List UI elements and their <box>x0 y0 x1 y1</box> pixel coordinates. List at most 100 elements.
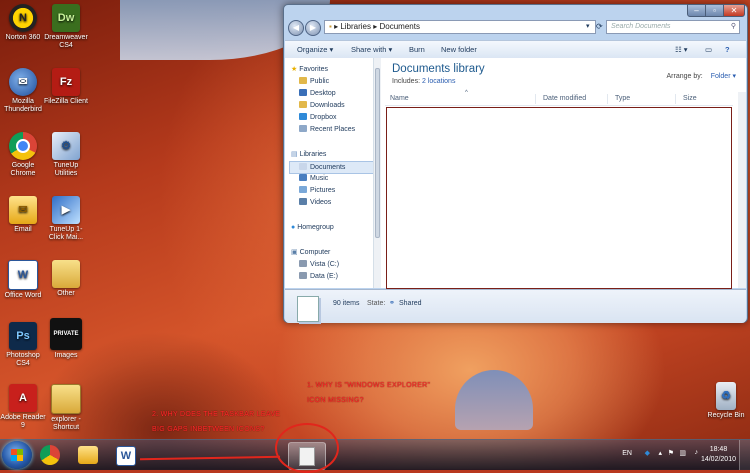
search-input[interactable]: Search Documents ⚲ <box>606 20 740 34</box>
drive-icon <box>299 272 307 279</box>
command-bar: Organize ▾ Share with ▾ Burn New folder … <box>285 40 746 59</box>
tuneup-1click-icon: ▶ <box>52 196 80 224</box>
start-button[interactable] <box>2 441 32 469</box>
column-headers: Name ^ Date modified Type Size <box>385 90 733 106</box>
search-icon: ⚲ <box>730 23 736 30</box>
nav-scrollbar[interactable] <box>373 58 381 288</box>
dropbox-tray-icon[interactable]: ◆ <box>645 449 650 457</box>
minimize-button[interactable]: – <box>687 4 706 17</box>
nav-item-downloads[interactable]: Downloads <box>299 100 345 111</box>
nav-item-desktop[interactable]: Desktop <box>299 88 336 99</box>
desktop-icon-adobe-reader[interactable]: A Adobe Reader 9 <box>0 384 46 430</box>
nav-item-dropbox[interactable]: Dropbox <box>299 112 336 123</box>
nav-item-data-e[interactable]: Data (E:) <box>299 271 338 282</box>
arrange-by: Arrange by: Folder ▾ <box>666 73 737 80</box>
star-icon: ★ <box>291 66 298 73</box>
desktop-icon-chrome[interactable]: Google Chrome <box>0 132 46 178</box>
clock-date: 14/02/2010 <box>700 456 736 463</box>
taskbar-chrome-icon[interactable] <box>40 445 60 465</box>
desktop-icon-tuneup[interactable]: ⚙ TuneUp Utilities <box>43 132 89 178</box>
annotation-2: 2. WHY DOES THE TASKBAR LEAVE BIG GAPS I… <box>152 411 281 433</box>
nav-homegroup[interactable]: ● Homegroup <box>291 222 334 233</box>
column-size[interactable]: Size <box>683 95 697 102</box>
desktop-icon-photoshop[interactable]: Ps Photoshop CS4 <box>0 322 46 368</box>
word-icon: W <box>8 260 38 290</box>
network-icon[interactable]: ▥ <box>679 449 686 457</box>
nav-item-public[interactable]: Public <box>299 76 329 87</box>
refresh-icon[interactable]: ⟳ <box>596 22 603 31</box>
nav-favorites[interactable]: ★ Favorites <box>291 64 328 75</box>
desktop-icon-norton[interactable]: N Norton 360 <box>0 4 46 42</box>
homegroup-icon: ● <box>291 224 296 231</box>
nav-computer[interactable]: ▣ Computer <box>291 247 330 258</box>
folder-icon <box>52 260 80 288</box>
organize-button[interactable]: Organize ▾ <box>297 45 333 54</box>
desktop-icon-explorer-shortcut[interactable]: explorer - Shortcut <box>43 384 89 432</box>
norton-icon: N <box>9 4 37 32</box>
address-bar[interactable]: ▪ ▸ Libraries ▸ Documents <box>324 20 596 34</box>
libraries-icon: ▤ <box>291 151 298 158</box>
filezilla-icon: Fz <box>52 68 80 96</box>
tray-overflow-icon[interactable]: ▴ <box>658 449 662 457</box>
column-type[interactable]: Type <box>615 95 630 102</box>
navigation-pane: ★ Favorites Public Desktop Downloads Dro… <box>285 58 378 288</box>
taskbar: W EN ◆ ▴ ⚑ ▥ ♪ 18:48 14/02/2010 <box>0 439 750 470</box>
nav-scroll-thumb[interactable] <box>375 68 380 238</box>
dropdown-chevron-icon[interactable]: ▾ <box>586 22 590 30</box>
explorer-window[interactable]: – ▫ ✕ ◀ ▶ ▪ ▸ Libraries ▸ Documents ▾ ⟳ … <box>283 4 748 323</box>
breadcrumb-documents[interactable]: Documents <box>380 22 420 31</box>
desktop-icon-images[interactable]: PRIVATE Images <box>43 318 89 360</box>
computer-icon: ▣ <box>291 249 298 256</box>
volume-icon[interactable]: ♪ <box>695 449 699 456</box>
state-value: Shared <box>399 300 422 307</box>
show-desktop-button[interactable] <box>739 440 750 470</box>
burn-button[interactable]: Burn <box>409 45 425 54</box>
nav-item-recent-places[interactable]: Recent Places <box>299 124 355 135</box>
file-list[interactable] <box>386 107 732 289</box>
annotation-1: 1. WHY IS "WINDOWS EXPLORER" ICON MISSIN… <box>307 382 431 404</box>
nav-item-videos[interactable]: Videos <box>299 197 331 208</box>
clock-time: 18:48 <box>709 446 728 453</box>
back-button[interactable]: ◀ <box>288 20 304 36</box>
action-center-icon[interactable]: ⚑ <box>668 449 674 457</box>
sort-arrow-icon: ^ <box>465 90 468 96</box>
breadcrumb-libraries[interactable]: Libraries <box>340 22 371 31</box>
dreamweaver-icon: Dw <box>52 4 80 32</box>
nav-item-vista-c[interactable]: Vista (C:) <box>299 259 339 270</box>
column-name[interactable]: Name <box>390 95 409 102</box>
forward-button[interactable]: ▶ <box>305 20 321 36</box>
desktop-icon-tuneup-1click[interactable]: ▶ TuneUp 1-Click Mai... <box>43 196 89 242</box>
file-list-scrollbar[interactable] <box>738 92 746 288</box>
taskbar-word-icon[interactable]: W <box>116 446 136 466</box>
desktop-icon-email[interactable]: ✉ Email <box>0 196 46 234</box>
desktop-icon <box>299 89 307 96</box>
locations-link[interactable]: 2 locations <box>422 78 455 85</box>
folder-icon <box>299 77 307 84</box>
music-icon <box>299 174 307 181</box>
desktop-icon-other[interactable]: Other <box>43 260 89 298</box>
desktop-icon-word[interactable]: W Office Word <box>0 260 46 300</box>
share-with-button[interactable]: Share with ▾ <box>351 45 392 54</box>
language-indicator[interactable]: EN <box>622 450 632 457</box>
close-button[interactable]: ✕ <box>723 4 745 17</box>
new-folder-button[interactable]: New folder <box>441 45 477 54</box>
desktop-icon-dreamweaver[interactable]: Dw Dreamweaver CS4 <box>43 4 89 50</box>
preview-pane-icon[interactable]: ▭ <box>705 45 712 54</box>
desktop-icon-recycle-bin[interactable]: ♻ Recycle Bin <box>703 382 749 420</box>
nav-item-pictures[interactable]: Pictures <box>299 185 335 196</box>
desktop-icon-filezilla[interactable]: Fz FileZilla Client <box>43 68 89 106</box>
details-pane: 90 items State: ⚭ Shared <box>285 289 746 323</box>
clock[interactable]: 18:48 14/02/2010 <box>701 445 736 465</box>
navigation-bar: ◀ ▶ ▪ ▸ Libraries ▸ Documents ▾ ⟳ Search… <box>288 19 743 39</box>
dropbox-icon <box>299 113 307 120</box>
nav-item-music[interactable]: Music <box>299 173 328 184</box>
views-icon[interactable]: ☷ ▾ <box>675 45 688 54</box>
desktop-icon-thunderbird[interactable]: ✉ Mozilla Thunderbird <box>0 68 46 114</box>
taskbar-email-icon[interactable] <box>78 446 98 464</box>
column-date-modified[interactable]: Date modified <box>543 95 586 102</box>
library-documents-icon <box>297 296 319 322</box>
nav-libraries[interactable]: ▤ Libraries <box>291 149 326 160</box>
arrange-by-dropdown[interactable]: Folder ▾ <box>707 73 736 80</box>
maximize-button[interactable]: ▫ <box>705 4 724 17</box>
help-icon[interactable]: ? <box>725 45 730 54</box>
